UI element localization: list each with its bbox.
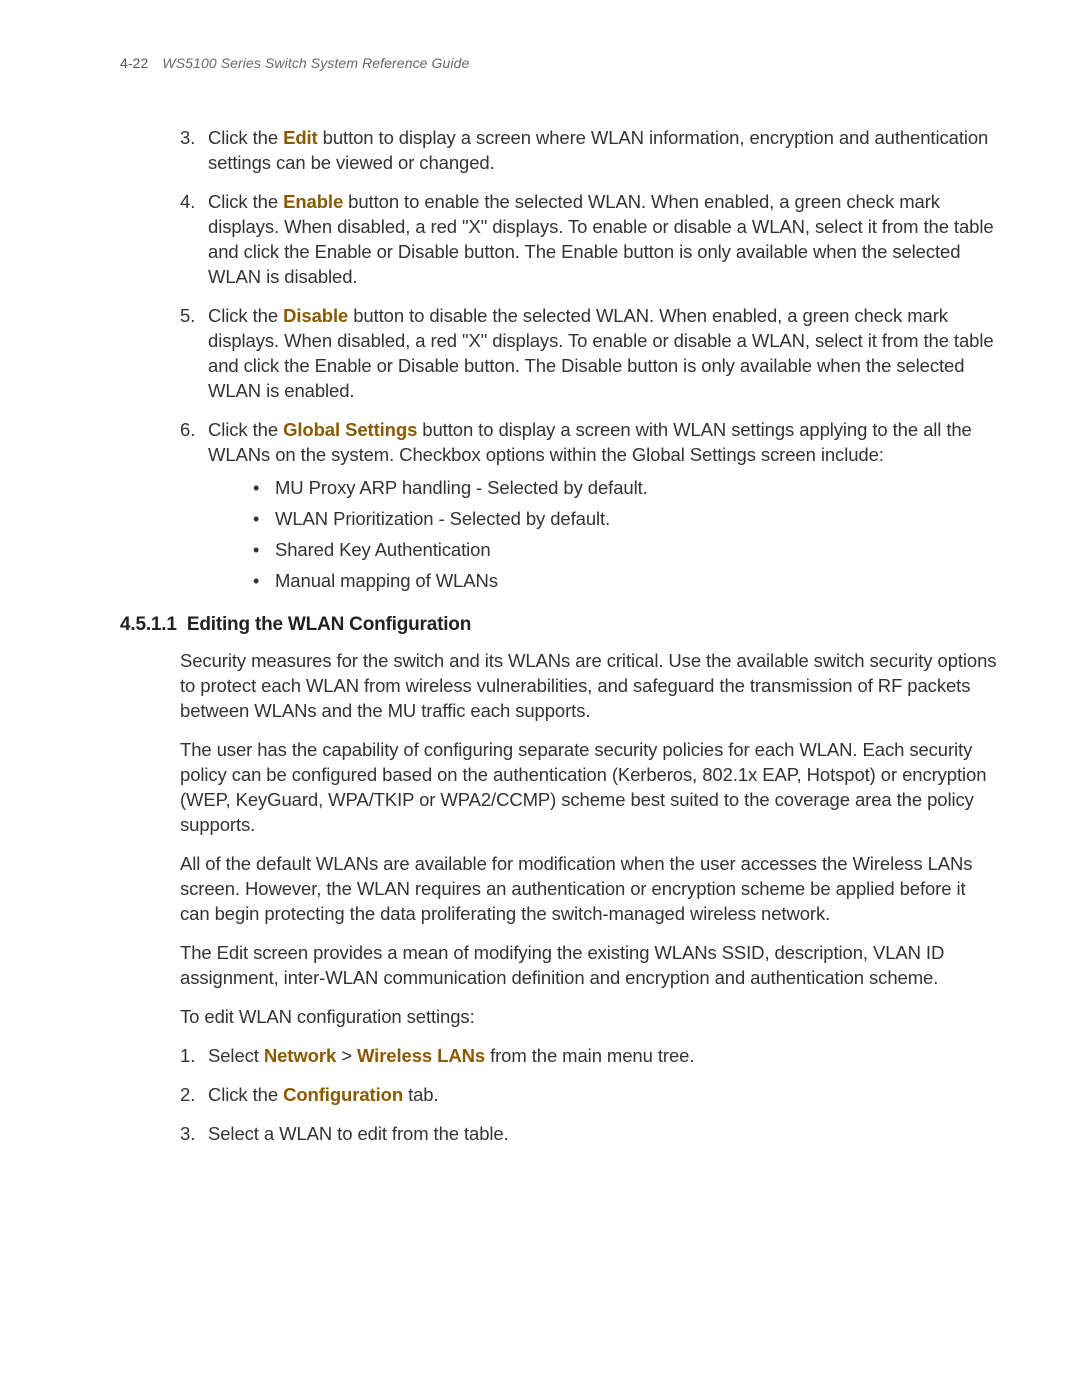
list-number: 6. (180, 418, 195, 443)
wireless-lans-link: Wireless LANs (357, 1045, 485, 1066)
bullet-item: Shared Key Authentication (253, 538, 1000, 563)
paragraph: All of the default WLANs are available f… (180, 852, 1000, 927)
list-item: 4. Click the Enable button to enable the… (180, 190, 1000, 290)
list-number: 4. (180, 190, 195, 215)
paragraph: The Edit screen provides a mean of modif… (180, 941, 1000, 991)
list-item: 2. Click the Configuration tab. (180, 1083, 1000, 1108)
list-number: 3. (180, 1122, 195, 1147)
numbered-list-1: 3. Click the Edit button to display a sc… (180, 126, 1000, 594)
disable-link: Disable (283, 305, 348, 326)
list-item: 1. Select Network > Wireless LANs from t… (180, 1044, 1000, 1069)
page-content: 3. Click the Edit button to display a sc… (180, 126, 1000, 1147)
enable-link: Enable (283, 191, 343, 212)
list-item: 3. Click the Edit button to display a sc… (180, 126, 1000, 176)
list-number: 3. (180, 126, 195, 151)
list-item: 5. Click the Disable button to disable t… (180, 304, 1000, 404)
bullet-item: WLAN Prioritization - Selected by defaul… (253, 507, 1000, 532)
list-number: 2. (180, 1083, 195, 1108)
text: Select a WLAN to edit from the table. (208, 1123, 509, 1144)
page-container: 4-22 WS5100 Series Switch System Referen… (0, 0, 1080, 1397)
text: from the main menu tree. (485, 1045, 694, 1066)
paragraph: To edit WLAN configuration settings: (180, 1005, 1000, 1030)
list-number: 1. (180, 1044, 195, 1069)
text: > (336, 1045, 357, 1066)
text: Click the (208, 127, 283, 148)
section-heading: 4.5.1.1 Editing the WLAN Configuration (120, 612, 1000, 638)
bullet-item: MU Proxy ARP handling - Selected by defa… (253, 476, 1000, 501)
text: Click the (208, 191, 283, 212)
page-header: 4-22 WS5100 Series Switch System Referen… (120, 55, 1000, 71)
section-title: Editing the WLAN Configuration (187, 614, 471, 635)
doc-title: WS5100 Series Switch System Reference Gu… (162, 55, 469, 71)
list-item: 6. Click the Global Settings button to d… (180, 418, 1000, 594)
text: tab. (403, 1084, 439, 1105)
configuration-link: Configuration (283, 1084, 403, 1105)
paragraph: Security measures for the switch and its… (180, 649, 1000, 724)
list-item: 3. Select a WLAN to edit from the table. (180, 1122, 1000, 1147)
section-number: 4.5.1.1 (120, 614, 177, 635)
page-number: 4-22 (120, 55, 148, 71)
bullet-list: MU Proxy ARP handling - Selected by defa… (253, 476, 1000, 594)
text: button to display a screen where WLAN in… (208, 127, 988, 173)
bullet-item: Manual mapping of WLANs (253, 569, 1000, 594)
list-number: 5. (180, 304, 195, 329)
numbered-list-2: 1. Select Network > Wireless LANs from t… (180, 1044, 1000, 1147)
network-link: Network (264, 1045, 336, 1066)
paragraph: The user has the capability of configuri… (180, 738, 1000, 838)
text: Click the (208, 419, 283, 440)
global-settings-link: Global Settings (283, 419, 417, 440)
text: Click the (208, 1084, 283, 1105)
text: Click the (208, 305, 283, 326)
text: Select (208, 1045, 264, 1066)
edit-link: Edit (283, 127, 318, 148)
